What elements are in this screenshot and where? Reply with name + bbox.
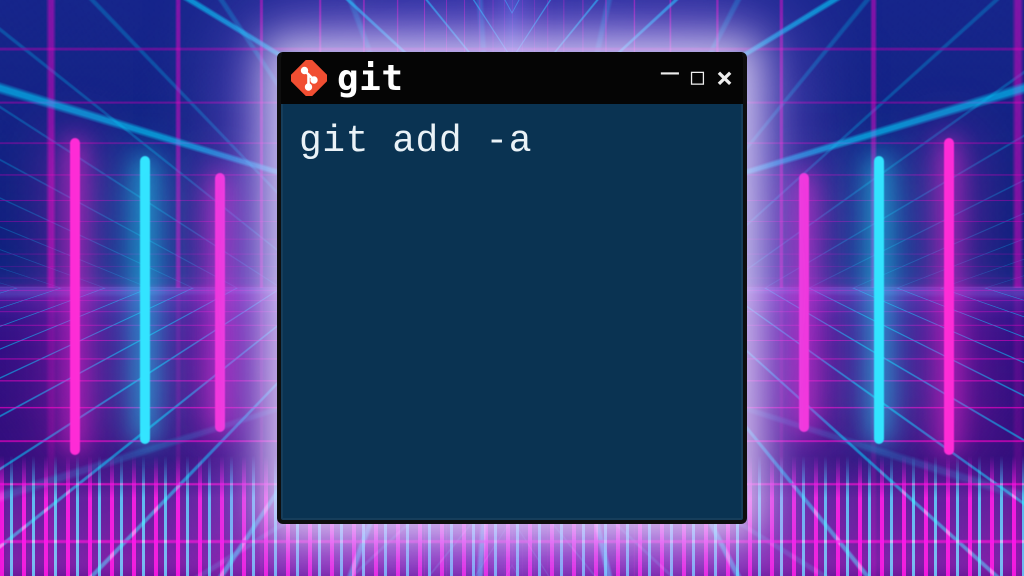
- minimize-button[interactable]: –: [661, 58, 679, 88]
- terminal-window[interactable]: git – □ × git add -a: [277, 52, 747, 524]
- terminal-body[interactable]: git add -a: [281, 104, 743, 180]
- maximize-button[interactable]: □: [691, 67, 704, 89]
- desktop-wallpaper: git – □ × git add -a: [0, 0, 1024, 576]
- window-titlebar[interactable]: git – □ ×: [281, 52, 743, 104]
- neon-pillar: [944, 138, 954, 455]
- close-button[interactable]: ×: [716, 64, 733, 92]
- terminal-command-line: git add -a: [299, 118, 725, 166]
- window-title: git: [337, 58, 404, 99]
- window-controls: – □ ×: [661, 63, 733, 93]
- git-icon: [291, 60, 327, 96]
- neon-pillar: [70, 138, 80, 455]
- title-left-group: git: [291, 58, 404, 99]
